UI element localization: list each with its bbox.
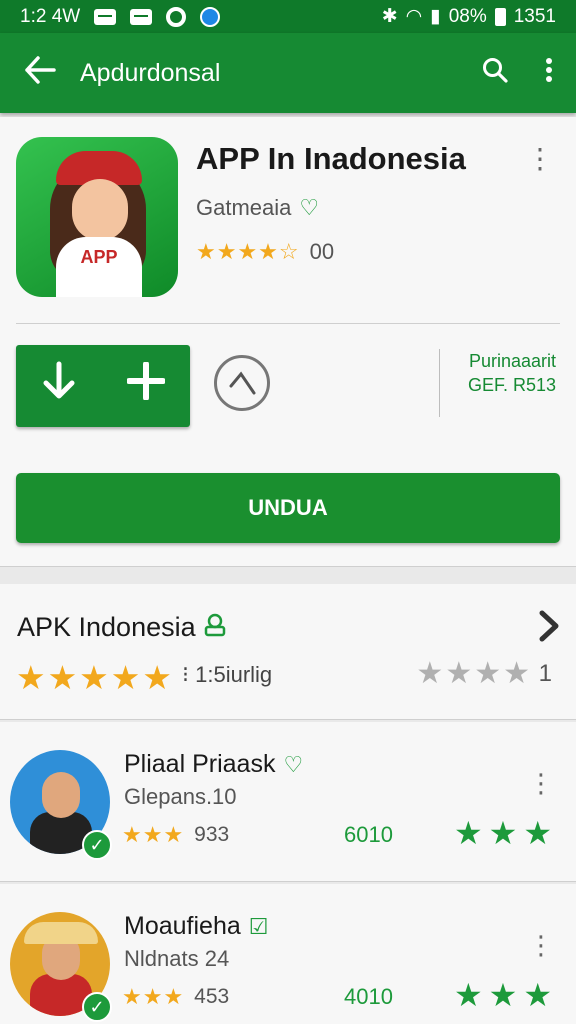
verified-check-icon: ✓ <box>82 830 112 860</box>
more-vertical-icon[interactable]: ⋮ <box>528 770 554 796</box>
battery-percent: 08% <box>448 5 487 27</box>
review-count: 6010 <box>344 822 393 847</box>
signal-icon: ▮ <box>430 6 441 27</box>
developer-name[interactable]: Gatmeaia <box>196 195 291 221</box>
app-header-card: APP APP In Inadonesia ⋮ Gatmeaia ♡ ★★★★☆… <box>0 117 576 567</box>
status-time: 1:2 4W <box>20 5 81 27</box>
page-title: Apdurdonsal <box>80 58 221 87</box>
review-summary[interactable]: APK Indonesia ★★★★★ ⁝ 1:5iurlig ★★★★ 1 <box>0 584 576 720</box>
bluetooth-icon: ✱ <box>381 6 398 27</box>
reviewer-name-row: Moaufieha ☑ <box>124 912 268 941</box>
sync-icon <box>166 6 187 27</box>
price-info: Purinaaarit GEF. R513 <box>468 349 556 397</box>
review-count: 4010 <box>344 984 393 1009</box>
install-button[interactable]: UNDUA <box>16 473 560 543</box>
heart-icon: ♡ <box>283 751 304 777</box>
more-vertical-icon[interactable]: ⋮ <box>526 145 554 173</box>
review-stars: ★★★ <box>122 984 185 1009</box>
rating-row: ★★★★☆ 00 <box>196 239 334 265</box>
summary-title-row: APK Indonesia <box>17 612 226 643</box>
review-score: 453 <box>194 985 230 1008</box>
reviewer-name-row: Pliaal Priaask ♡ <box>124 750 303 779</box>
share-icon[interactable] <box>214 355 270 411</box>
avatar-face <box>42 772 80 818</box>
notification-icon <box>94 8 117 25</box>
developer-row[interactable]: Gatmeaia ♡ <box>196 195 319 221</box>
summary-label: 1:5iurlig <box>195 662 273 687</box>
notification-icon <box>130 8 153 25</box>
avatar-hat <box>24 922 98 944</box>
lock-icon <box>204 613 226 643</box>
heart-icon: ♡ <box>299 195 320 220</box>
wifi-icon: ◠ <box>405 6 423 27</box>
price-line-1: Purinaaarit <box>468 351 556 371</box>
green-stars: ★★★ <box>453 815 558 851</box>
secondary-stars: ★★★★ <box>416 657 532 690</box>
reviewer-name: Moaufieha <box>124 912 241 940</box>
review-stars: ★★★ <box>122 822 185 847</box>
reviewer-subtitle: Glepans.10 <box>124 784 237 809</box>
app-bar: Apdurdonsal <box>0 33 576 113</box>
separator-dot: ⁝ <box>182 662 196 687</box>
review-item[interactable]: ✓ Pliaal Priaask ♡ Glepans.10 ★★★ 933 60… <box>0 722 576 882</box>
rating-stars: ★★★★☆ <box>196 239 300 264</box>
verified-check-icon: ✓ <box>82 992 112 1022</box>
green-stars: ★★★ <box>453 977 558 1013</box>
reviewer-name: Pliaal Priaask <box>124 750 276 778</box>
battery-icon <box>494 7 506 26</box>
chevron-right-icon[interactable] <box>538 610 560 651</box>
summary-count: 1 <box>538 660 552 687</box>
plus-icon <box>125 361 166 411</box>
review-score: 933 <box>194 823 230 846</box>
download-icon <box>42 361 76 412</box>
more-vertical-icon[interactable] <box>522 57 576 90</box>
more-vertical-icon[interactable]: ⋮ <box>528 932 554 958</box>
divider <box>16 323 560 324</box>
app-icon-face <box>72 179 128 241</box>
summary-title: APK Indonesia <box>17 612 196 642</box>
app-notification-icon <box>200 6 221 27</box>
download-add-button[interactable] <box>16 345 190 427</box>
app-name: APP In Inadonesia <box>196 141 466 176</box>
summary-label-row: ⁝ 1:5iurlig <box>182 662 272 688</box>
chat-check-icon: ☑ <box>248 913 269 939</box>
status-bar: 1:2 4W ✱ ◠ ▮ 08% 1351 <box>0 0 576 33</box>
reviewer-subtitle: Nldnats 24 <box>124 946 230 971</box>
rating-count: 00 <box>309 239 335 264</box>
status-clock: 1351 <box>513 5 556 27</box>
summary-stars: ★★★★★ <box>16 659 174 696</box>
review-rating-row: ★★★ 453 <box>122 984 229 1010</box>
review-rating-row: ★★★ 933 <box>122 822 229 848</box>
vertical-divider <box>439 349 440 417</box>
review-item[interactable]: ✓ Moaufieha ☑ Nldnats 24 ★★★ 453 4010 ⋮ … <box>0 884 576 1024</box>
app-icon[interactable]: APP <box>16 137 178 297</box>
price-line-2: GEF. R513 <box>467 375 556 395</box>
app-icon-label: APP <box>80 247 118 267</box>
arrow-left-icon[interactable] <box>0 55 80 92</box>
search-icon[interactable] <box>468 57 522 90</box>
